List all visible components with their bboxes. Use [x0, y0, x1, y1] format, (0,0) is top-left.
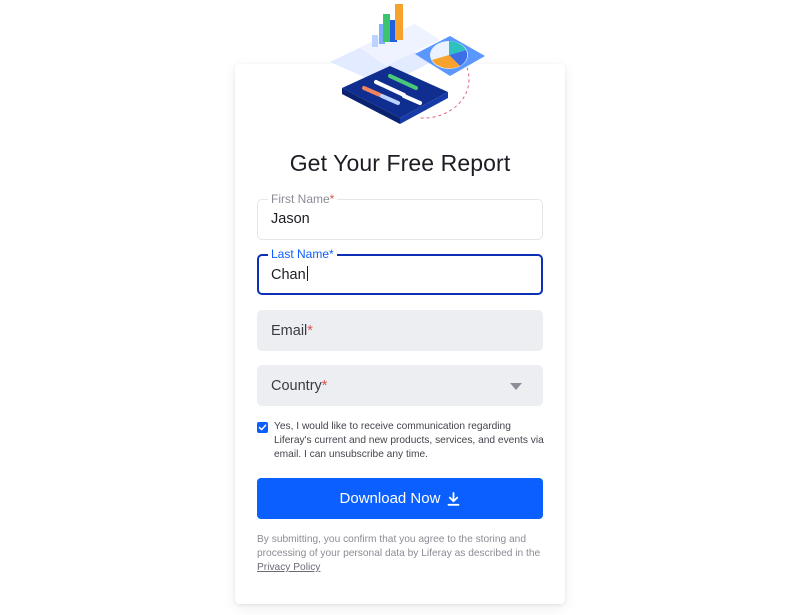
- email-field[interactable]: Email*: [257, 310, 543, 351]
- last-name-label: Last Name*: [268, 246, 337, 262]
- first-name-field[interactable]: First Name* Jason: [257, 191, 543, 240]
- privacy-footnote: By submitting, you confirm that you agre…: [257, 534, 541, 573]
- chevron-down-icon[interactable]: [510, 383, 522, 390]
- country-select[interactable]: Country*: [257, 365, 543, 406]
- first-name-value: Jason: [271, 211, 310, 227]
- consent-text: Yes, I would like to receive communicati…: [274, 421, 544, 460]
- report-illustration: [330, 4, 485, 124]
- consent-checkbox[interactable]: [257, 422, 268, 433]
- text-caret: [306, 266, 308, 281]
- email-placeholder: Email*: [271, 323, 313, 339]
- page-title: Get Your Free Report: [289, 150, 511, 176]
- privacy-policy-link[interactable]: Privacy Policy: [257, 562, 320, 573]
- download-now-button[interactable]: Download Now: [257, 478, 543, 519]
- download-button-label: Download Now: [339, 490, 441, 507]
- country-placeholder: Country*: [271, 378, 328, 394]
- download-icon: [448, 491, 460, 506]
- first-name-label: First Name*: [268, 191, 338, 207]
- last-name-value: Chan: [271, 266, 308, 283]
- checkmark-icon: [258, 424, 267, 431]
- last-name-field[interactable]: Last Name* Chan: [257, 246, 543, 295]
- page: Get Your Free Report First Name* Jason L…: [0, 0, 800, 615]
